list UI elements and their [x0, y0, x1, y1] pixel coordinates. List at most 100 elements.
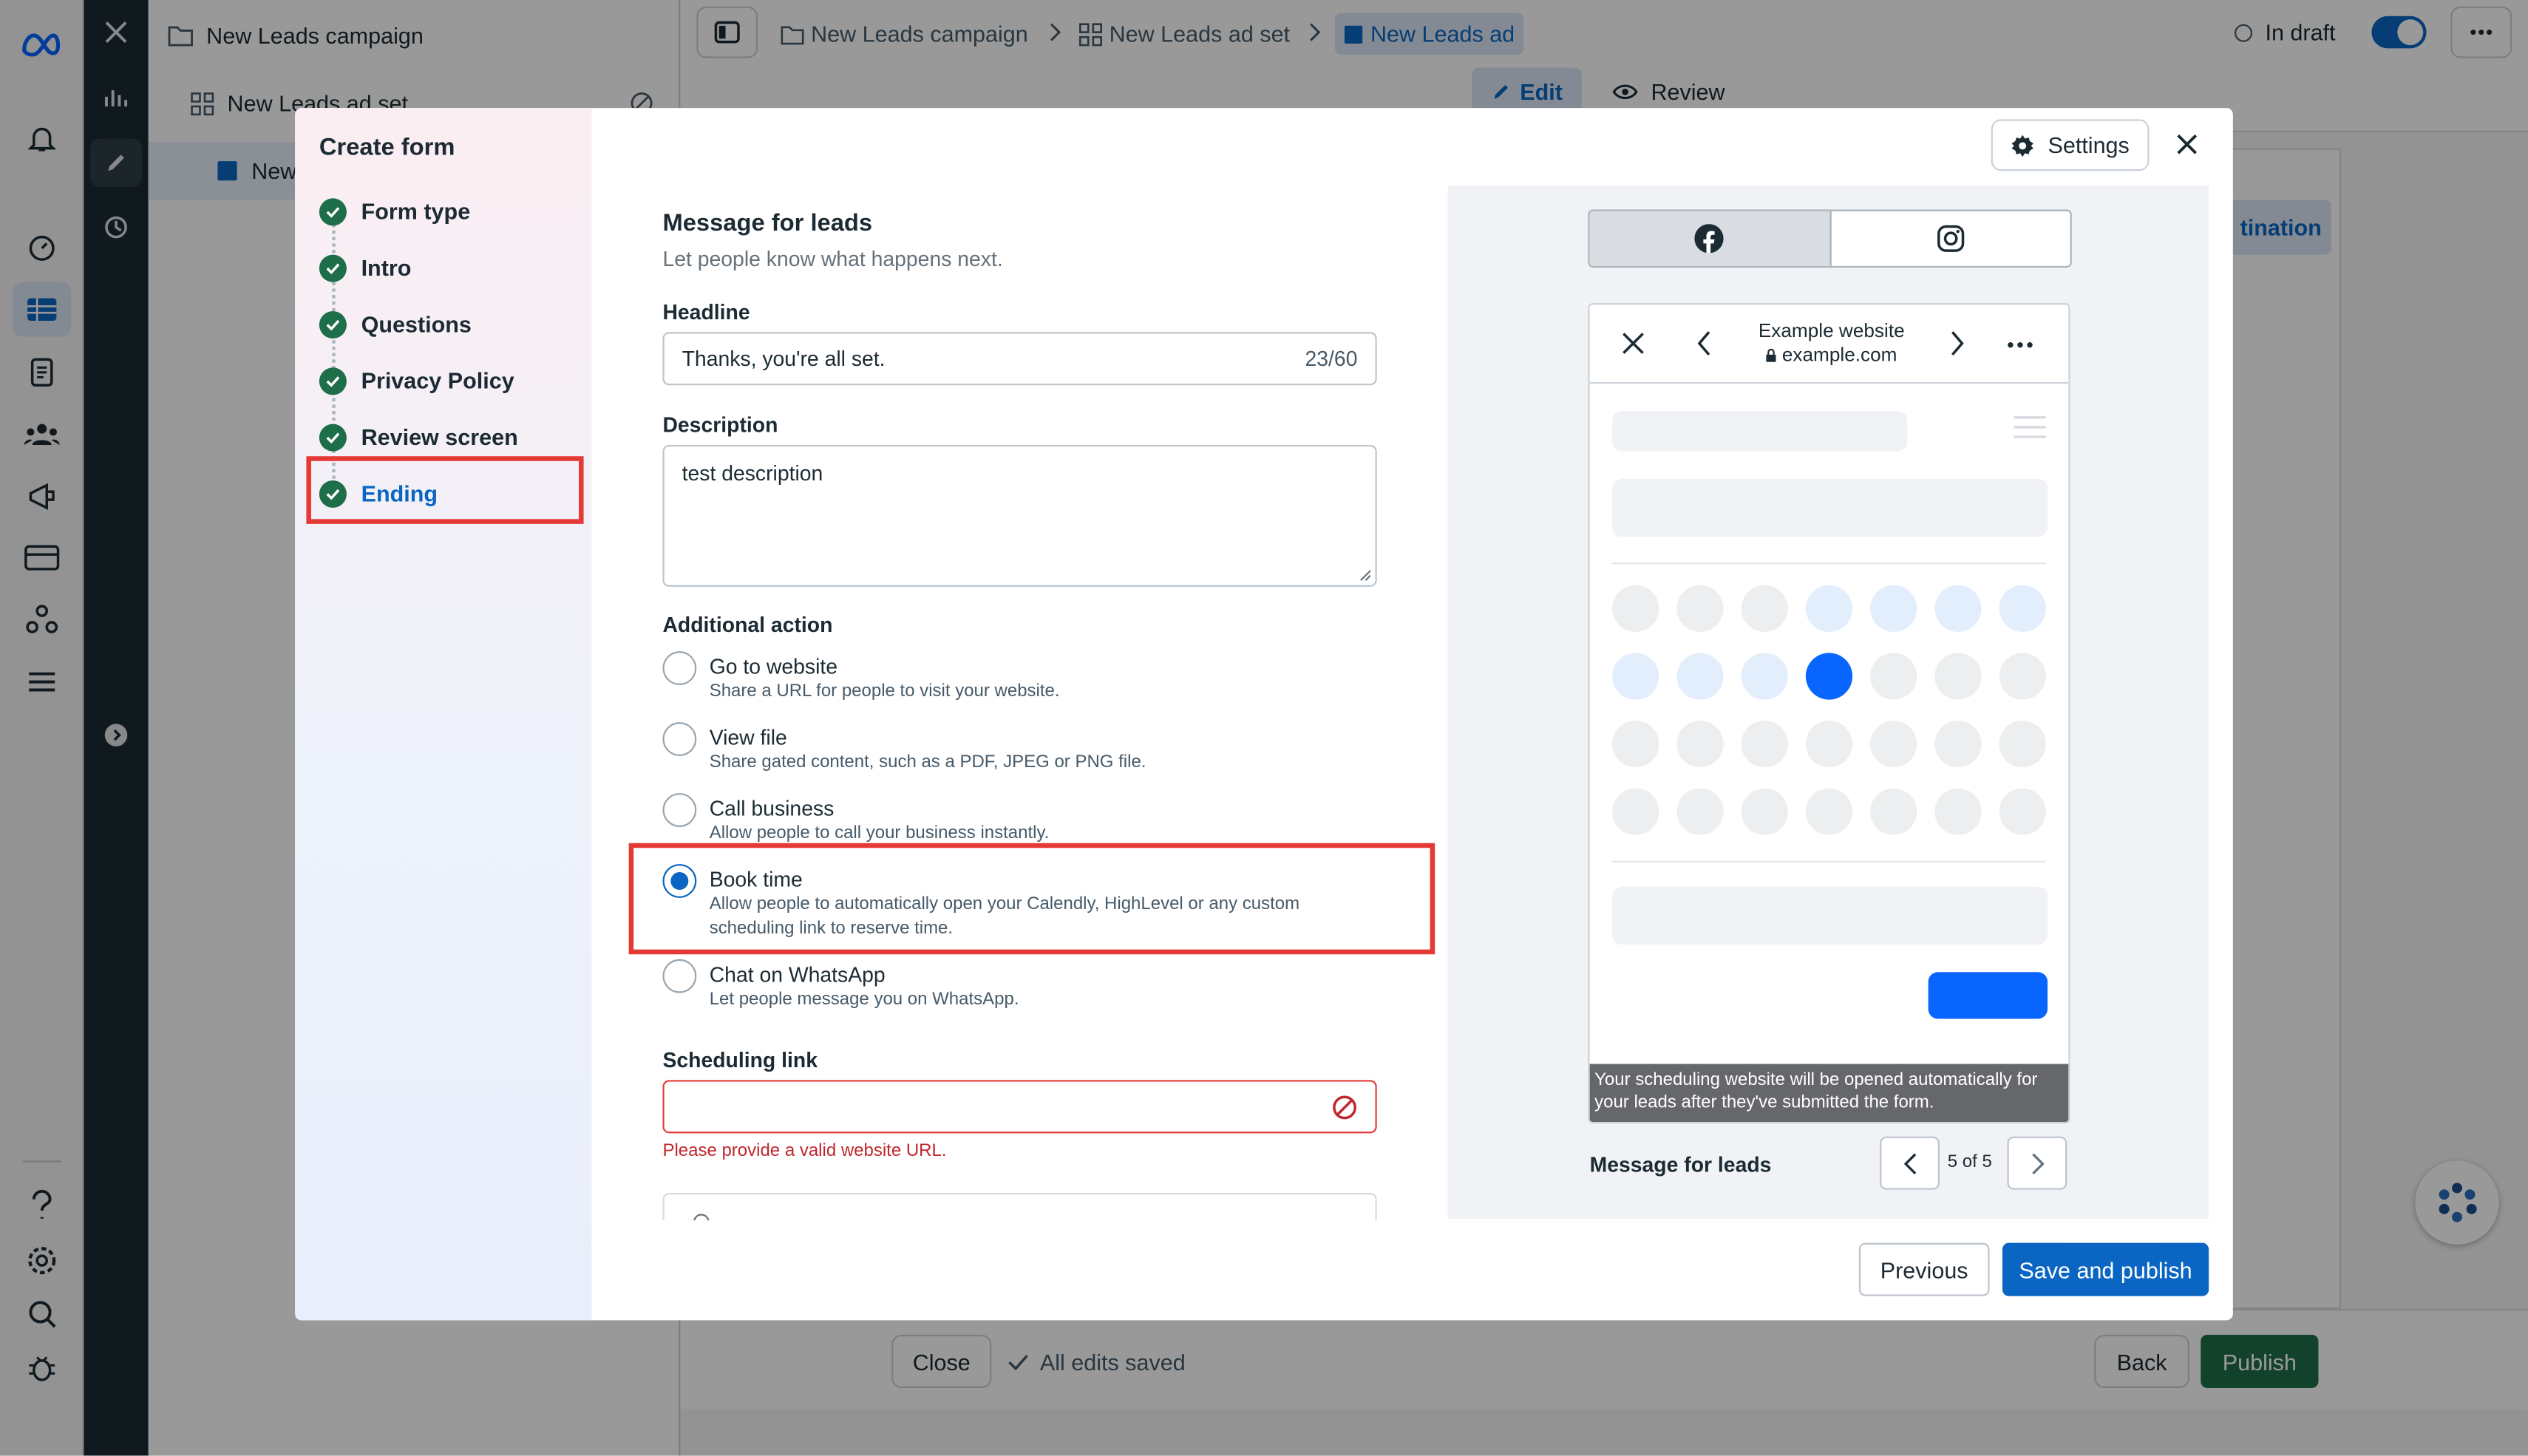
platform-tabs	[1588, 209, 2072, 268]
calendar-day	[1805, 720, 1853, 768]
lock-icon	[1766, 348, 1777, 363]
app-stage: New Leads campaign New Leads ad set New …	[0, 0, 2528, 1456]
resize-handle-icon[interactable]	[1359, 569, 1372, 582]
calendar-day	[1870, 720, 1917, 768]
form-content: Message for leads Let people know what h…	[662, 108, 1404, 1221]
calendar-day	[1934, 585, 1982, 632]
check-circle-icon	[319, 254, 347, 282]
check-circle-icon	[319, 197, 347, 225]
divider	[1612, 562, 2046, 565]
scheduling-link-input[interactable]	[662, 1080, 1377, 1134]
save-and-publish-button[interactable]: Save and publish	[2002, 1242, 2209, 1296]
facebook-icon	[1694, 224, 1725, 254]
browser-header: Example website example.com	[1589, 305, 2069, 384]
calendar-day	[1676, 585, 1724, 632]
step-questions[interactable]: Questions	[319, 303, 472, 345]
radio-button[interactable]	[662, 722, 697, 756]
headline-char-count: 23/60	[1305, 346, 1358, 371]
section-subtitle: Let people know what happens next.	[662, 246, 1003, 271]
calendar-day	[1612, 585, 1659, 632]
option-view-file[interactable]: View file Share gated content, such as a …	[662, 722, 1146, 775]
calendar-day-selected	[1805, 653, 1853, 700]
calendar-day	[1612, 653, 1659, 700]
modal-title: Create form	[319, 134, 455, 162]
step-label: Form type	[361, 198, 471, 225]
calendar-day	[1934, 653, 1982, 700]
calendar-day	[1741, 585, 1788, 632]
option-description: Let people message you on WhatsApp.	[709, 990, 1019, 1010]
option-title: Chat on WhatsApp	[709, 962, 886, 987]
hamburger-icon	[2014, 416, 2046, 439]
calendar-day	[1805, 788, 1853, 835]
section-title: Message for leads	[662, 209, 873, 237]
calendar-day	[1676, 788, 1724, 835]
option-chat-whatsapp[interactable]: Chat on WhatsApp Let people message you o…	[662, 959, 1019, 1013]
step-label: Questions	[361, 310, 472, 337]
step-form-type[interactable]: Form type	[319, 190, 470, 232]
scheduling-link-error: Please provide a valid website URL.	[662, 1141, 947, 1161]
calendar-day	[1612, 788, 1659, 835]
gear-icon	[2011, 133, 2035, 157]
settings-button[interactable]: Settings	[1991, 119, 2150, 171]
description-value: test description	[682, 460, 823, 486]
step-privacy-policy[interactable]: Privacy Policy	[319, 359, 514, 401]
previous-button[interactable]: Previous	[1858, 1242, 1990, 1296]
site-title: Example website	[1758, 319, 1905, 342]
option-title: Go to website	[709, 654, 838, 679]
check-circle-icon	[319, 310, 347, 338]
calendar-day	[1870, 585, 1917, 632]
calendar-day	[1741, 653, 1788, 700]
calendar-day	[1870, 788, 1917, 835]
skeleton-bar	[1612, 886, 2048, 945]
highlight-box-ending	[306, 456, 584, 524]
page-indicator: 5 of 5	[1947, 1152, 1992, 1172]
previous-page-button[interactable]	[1880, 1136, 1940, 1190]
error-icon	[1332, 1094, 1358, 1120]
description-label: Description	[662, 412, 778, 438]
radio-button[interactable]	[662, 793, 697, 827]
calendar-day	[1999, 720, 2046, 768]
chevron-right-icon	[1949, 330, 1965, 356]
step-label: Intro	[361, 254, 412, 281]
option-go-to-website[interactable]: Go to website Share a URL for people to v…	[662, 651, 1060, 704]
step-intro[interactable]: Intro	[319, 247, 412, 289]
browser-title: Example website example.com	[1735, 319, 1929, 367]
step-review-screen[interactable]: Review screen	[319, 416, 518, 458]
next-page-button[interactable]	[2007, 1136, 2067, 1190]
divider	[1612, 860, 2046, 863]
radio-button[interactable]	[662, 651, 697, 685]
option-description: Share a URL for people to visit your web…	[709, 681, 1060, 701]
chevron-left-icon	[1903, 1152, 1916, 1174]
chevron-left-icon	[1696, 330, 1713, 356]
scheduling-link-label: Scheduling link	[662, 1047, 818, 1072]
calendar-day	[1741, 788, 1788, 835]
form-preview: Example website example.com Your schedul…	[1447, 185, 2209, 1219]
option-title: Call business	[709, 796, 835, 821]
calendar-day	[1999, 788, 2046, 835]
headline-input[interactable]: Thanks, you're all set. 23/60	[662, 332, 1377, 386]
description-textarea[interactable]: test description	[662, 444, 1377, 587]
calendar-day	[1934, 720, 1982, 768]
step-label: Review screen	[361, 423, 518, 450]
more-icon	[2007, 341, 2033, 348]
radio-button[interactable]	[662, 959, 697, 993]
highlight-box-book-time	[628, 843, 1435, 955]
facebook-tab[interactable]	[1589, 211, 1831, 266]
headline-label: Headline	[662, 299, 750, 324]
chevron-right-icon	[2031, 1152, 2044, 1174]
instagram-tab[interactable]	[1831, 211, 2070, 266]
option-call-business[interactable]: Call business Allow people to call your b…	[662, 793, 1049, 846]
option-description: Share gated content, such as a PDF, JPEG…	[709, 752, 1146, 772]
card-icon	[693, 1214, 710, 1221]
calendar-day	[1612, 720, 1659, 768]
calendar-day	[1676, 653, 1724, 700]
preview-submit-button	[1928, 972, 2048, 1019]
preview-footer-label: Message for leads	[1589, 1152, 1772, 1177]
headline-value: Thanks, you're all set.	[682, 346, 886, 371]
phone-preview: Example website example.com Your schedul…	[1588, 303, 2070, 1124]
settings-label: Settings	[2048, 132, 2130, 158]
create-form-modal: Create form Form type Intro Questions Pr…	[295, 108, 2233, 1321]
step-label: Privacy Policy	[361, 367, 514, 394]
close-modal-icon[interactable]	[2175, 132, 2199, 157]
form-steps-sidebar: Create form Form type Intro Questions Pr…	[295, 108, 592, 1321]
